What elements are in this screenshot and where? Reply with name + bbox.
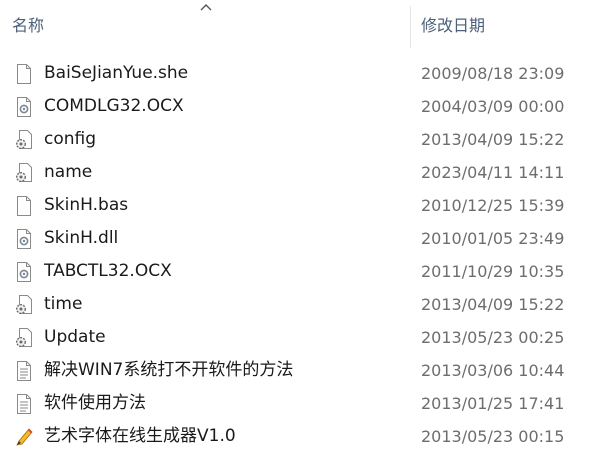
file-name: config (44, 129, 97, 149)
file-date-modified: 2010/12/25 15:39 (421, 196, 565, 215)
file-date-modified: 2013/03/06 10:44 (421, 361, 565, 380)
text-file-icon (17, 394, 31, 414)
file-row[interactable]: Update 2013/05/23 00:25 (0, 321, 600, 354)
file-name: name (44, 162, 93, 182)
settings-file-icon (15, 163, 32, 183)
file-date-modified: 2013/04/09 15:22 (421, 130, 565, 149)
file-date-modified: 2010/01/05 23:49 (421, 229, 565, 248)
blank-file-icon (17, 64, 31, 84)
file-name: SkinH.dll (44, 228, 119, 248)
system-file-icon (17, 229, 31, 249)
file-date-modified: 2013/01/25 17:41 (421, 394, 565, 413)
file-row[interactable]: SkinH.bas 2010/12/25 15:39 (0, 189, 600, 222)
file-name: 艺术字体在线生成器V1.0 (44, 426, 236, 446)
text-file-icon (17, 361, 31, 381)
file-list: BaiSeJianYue.she 2009/08/18 23:09 COMDLG… (0, 57, 600, 453)
file-row[interactable]: name 2023/04/11 14:11 (0, 156, 600, 189)
settings-file-icon (15, 295, 32, 315)
system-file-icon (17, 97, 31, 117)
column-header-name[interactable]: 名称 (0, 0, 410, 48)
file-name: TABCTL32.OCX (44, 261, 172, 281)
file-date-modified: 2023/04/11 14:11 (421, 163, 565, 182)
file-name: Update (44, 327, 106, 347)
settings-file-icon (15, 130, 32, 150)
file-row[interactable]: TABCTL32.OCX 2011/10/29 10:35 (0, 255, 600, 288)
column-header-name-label: 名称 (12, 16, 45, 35)
file-date-modified: 2004/03/09 00:00 (421, 97, 565, 116)
file-explorer-list: 名称 修改日期 BaiSeJianYue.she 2009/08/18 23:0… (0, 0, 600, 470)
file-name: 解决WIN7系统打不开软件的方法 (44, 360, 294, 380)
file-row[interactable]: time 2013/04/09 15:22 (0, 288, 600, 321)
file-name: time (44, 294, 83, 314)
file-name: BaiSeJianYue.she (44, 63, 189, 83)
system-file-icon (17, 262, 31, 282)
file-date-modified: 2013/05/23 00:25 (421, 328, 565, 347)
file-date-modified: 2013/05/23 00:15 (421, 427, 565, 446)
file-name: 软件使用方法 (44, 393, 146, 413)
file-row[interactable]: 解决WIN7系统打不开软件的方法 2013/03/06 10:44 (0, 354, 600, 387)
file-row[interactable]: BaiSeJianYue.she 2009/08/18 23:09 (0, 57, 600, 90)
file-row[interactable]: 艺术字体在线生成器V1.0 2013/05/23 00:15 (0, 420, 600, 453)
column-header-date-modified[interactable]: 修改日期 (412, 0, 600, 48)
application-icon (16, 428, 33, 446)
file-row[interactable]: SkinH.dll 2010/01/05 23:49 (0, 222, 600, 255)
file-date-modified: 2009/08/18 23:09 (421, 64, 565, 83)
file-row[interactable]: COMDLG32.OCX 2004/03/09 00:00 (0, 90, 600, 123)
column-header-date-label: 修改日期 (421, 16, 486, 35)
file-row[interactable]: config 2013/04/09 15:22 (0, 123, 600, 156)
column-divider[interactable] (410, 6, 411, 48)
file-name: COMDLG32.OCX (44, 96, 184, 116)
blank-file-icon (17, 196, 31, 216)
file-name: SkinH.bas (44, 195, 129, 215)
column-header-bar: 名称 修改日期 (0, 0, 600, 48)
file-row[interactable]: 软件使用方法 2013/01/25 17:41 (0, 387, 600, 420)
settings-file-icon (15, 328, 32, 348)
file-date-modified: 2013/04/09 15:22 (421, 295, 565, 314)
file-date-modified: 2011/10/29 10:35 (421, 262, 565, 281)
